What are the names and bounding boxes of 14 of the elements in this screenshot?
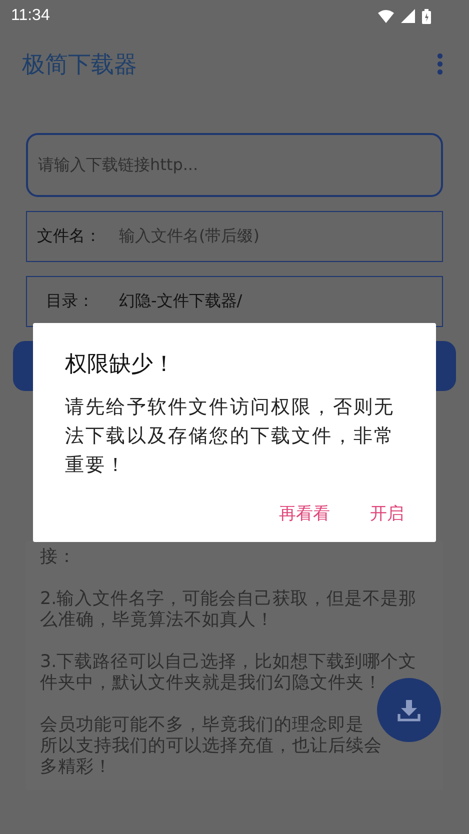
status-time: 11:34 <box>11 7 50 25</box>
instruction-text: 3.下载路径可以自己选择，比如想下载到哪个文 件夹中，默认文件夹就是我们幻隐文件夹！ <box>40 652 418 694</box>
battery-icon <box>422 8 431 24</box>
dialog-title: 权限缺少！ <box>65 351 176 379</box>
dialog-button[interactable]: 再看看 <box>279 502 330 525</box>
signal-icon <box>401 9 415 23</box>
instruction-text: 会员功能可能不多，毕竟我们的理念即是 所以支持我们的可以选择充值，也让后续会 多精彩！ <box>40 715 383 778</box>
dialog-button[interactable]: 开启 <box>370 502 404 525</box>
wifi-icon <box>378 10 394 22</box>
download-icon <box>397 698 421 722</box>
dialog-message: 请先给予软件文件访问权限，否则无法下载以及存储您的下载文件，非常重要！ <box>65 395 396 478</box>
instruction-text: 2.输入文件名字，可能会自己获取，但是不是那 么准确，毕竟算法不如真人！ <box>40 589 418 631</box>
app-title: 极简下载器 <box>22 50 137 80</box>
instruction-text: 接： <box>40 547 77 568</box>
